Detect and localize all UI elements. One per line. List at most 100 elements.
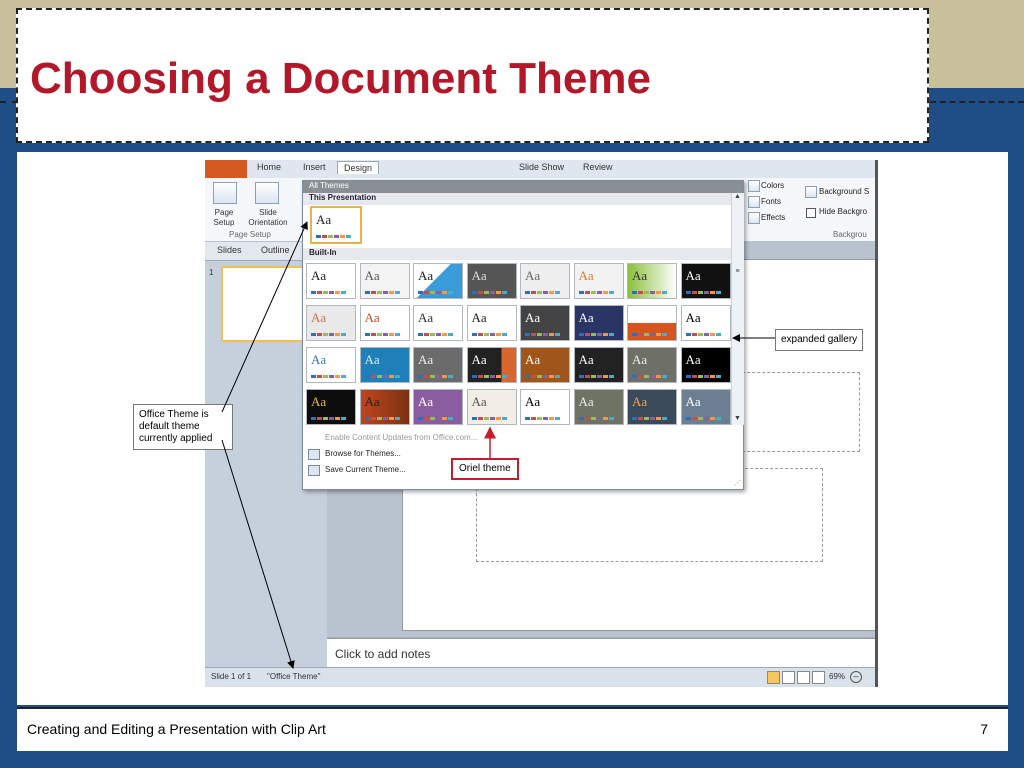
theme-composite[interactable]: Aa <box>413 305 463 341</box>
theme-sample-text: Aa <box>311 268 327 283</box>
theme-pushpin[interactable]: Aa <box>680 389 731 425</box>
theme-color-swatches <box>632 333 667 336</box>
scroll-down-icon[interactable]: ▼ <box>733 415 742 425</box>
normal-view-icon[interactable] <box>767 671 780 684</box>
theme-color-swatches <box>471 291 507 294</box>
theme-color-swatches <box>632 375 667 378</box>
theme-color-swatches <box>471 417 507 420</box>
theme-color-swatches <box>364 417 400 420</box>
theme-sample-text: Aa <box>632 352 648 367</box>
theme-color-swatches <box>525 417 560 420</box>
slide-orientation-label-1: Slide <box>259 208 277 217</box>
page-setup-label-1: Page <box>214 208 234 217</box>
theme-color-swatches <box>311 375 346 378</box>
menu-save-theme[interactable]: Save Current Theme... <box>325 465 406 474</box>
theme-couture[interactable]: Aa <box>520 305 570 341</box>
theme-equity[interactable]: Aa <box>627 305 677 341</box>
tab-home[interactable]: Home <box>257 162 281 172</box>
theme-paper[interactable]: Aa <box>573 389 624 425</box>
group-background-label: Backgrou <box>833 230 867 239</box>
slide-orientation-icon[interactable] <box>255 182 279 204</box>
tab-slides[interactable]: Slides <box>217 245 242 255</box>
theme-color-swatches <box>525 291 560 294</box>
hide-background-checkbox[interactable] <box>806 208 816 218</box>
slide-sorter-icon[interactable] <box>782 671 795 684</box>
theme-color-swatches <box>632 291 667 294</box>
tab-design[interactable]: Design <box>337 161 380 174</box>
theme-angles[interactable]: Aa <box>413 263 463 299</box>
gallery-scrollbar[interactable]: ▲ ≡ ▼ <box>731 193 744 425</box>
background-styles-button[interactable]: Background S <box>819 187 869 196</box>
fonts-icon <box>748 196 760 208</box>
theme-flow[interactable]: Aa <box>359 347 410 383</box>
gallery-header[interactable]: All Themes <box>303 181 743 193</box>
section-built-in: Built-In <box>303 248 731 260</box>
menu-browse-themes[interactable]: Browse for Themes... <box>325 449 401 458</box>
theme-foundry[interactable]: Aa <box>413 347 463 383</box>
theme-austin[interactable]: Aa <box>627 263 677 299</box>
theme-sample-text: Aa <box>685 268 701 283</box>
theme-office[interactable]: Aa <box>306 263 356 299</box>
scroll-thumb[interactable]: ≡ <box>733 268 742 278</box>
theme-sample-text: Aa <box>525 394 541 409</box>
tab-insert[interactable]: Insert <box>303 162 326 172</box>
theme-adjacency[interactable]: Aa <box>359 263 410 299</box>
notes-pane[interactable]: Click to add notes <box>327 638 875 668</box>
theme-apothecary[interactable]: Aa <box>520 263 570 299</box>
theme-sample-text: Aa <box>525 268 541 283</box>
theme-origin[interactable]: Aa <box>520 389 570 425</box>
browse-themes-icon <box>308 449 320 460</box>
ribbon-tabs: Home Insert Design Slide Show Review <box>205 160 875 179</box>
theme-aspect[interactable]: Aa <box>573 263 624 299</box>
theme-metro[interactable]: Aa <box>680 347 731 383</box>
theme-essential[interactable]: Aa <box>680 305 731 341</box>
theme-hardcover[interactable]: Aa <box>520 347 570 383</box>
fonts-button[interactable]: Fonts <box>761 197 781 206</box>
theme-executive[interactable]: Aa <box>306 347 356 383</box>
theme-color-swatches <box>578 375 614 378</box>
effects-icon <box>748 212 760 224</box>
theme-color-swatches <box>364 375 400 378</box>
scroll-up-icon[interactable]: ▲ <box>733 193 742 203</box>
theme-sample-text: Aa <box>578 394 594 409</box>
tab-review[interactable]: Review <box>583 162 613 172</box>
theme-sample-text: Aa <box>578 310 594 325</box>
resize-grip-icon[interactable]: ⋰ <box>734 479 741 487</box>
theme-newsprint[interactable]: Aa <box>359 389 410 425</box>
theme-civic[interactable]: Aa <box>306 305 356 341</box>
zoom-level[interactable]: 69% <box>829 672 845 681</box>
page-setup-icon[interactable] <box>213 182 237 204</box>
tab-slide-show[interactable]: Slide Show <box>519 162 564 172</box>
theme-name-status[interactable]: "Office Theme" <box>267 672 320 681</box>
theme-black-tie[interactable]: Aa <box>680 263 731 299</box>
theme-perspective[interactable]: Aa <box>627 389 677 425</box>
theme-opulent[interactable]: Aa <box>413 389 463 425</box>
slide-number: 1 <box>209 268 214 277</box>
slide-show-icon[interactable] <box>812 671 825 684</box>
theme-oriel[interactable]: Aa <box>466 389 517 425</box>
theme-sample-text: Aa <box>471 268 487 283</box>
theme-module[interactable]: Aa <box>306 389 356 425</box>
effects-button[interactable]: Effects <box>761 213 785 222</box>
theme-sample-text: Aa <box>316 212 332 227</box>
reading-view-icon[interactable] <box>797 671 810 684</box>
colors-button[interactable]: Colors <box>761 181 784 190</box>
theme-grid[interactable]: Aa <box>466 347 517 383</box>
theme-color-swatches <box>418 333 453 336</box>
theme-office-current[interactable]: Aa <box>310 206 362 244</box>
theme-color-swatches <box>578 333 614 336</box>
zoom-out-icon[interactable]: – <box>850 671 862 683</box>
theme-clarity[interactable]: Aa <box>359 305 410 341</box>
theme-apex[interactable]: Aa <box>466 263 517 299</box>
callout-office-theme: Office Theme is default theme currently … <box>133 404 233 450</box>
menu-enable-updates[interactable]: Enable Content Updates from Office.com..… <box>325 433 477 442</box>
all-themes-label: All Themes <box>309 181 349 190</box>
slide-footer: Creating and Editing a Presentation with… <box>17 707 1008 751</box>
theme-concourse[interactable]: Aa <box>466 305 517 341</box>
file-tab[interactable] <box>205 160 247 178</box>
theme-horizon[interactable]: Aa <box>573 347 624 383</box>
theme-elemental[interactable]: Aa <box>573 305 624 341</box>
theme-sample-text: Aa <box>578 352 594 367</box>
theme-median[interactable]: Aa <box>627 347 677 383</box>
tab-outline[interactable]: Outline <box>261 245 290 255</box>
